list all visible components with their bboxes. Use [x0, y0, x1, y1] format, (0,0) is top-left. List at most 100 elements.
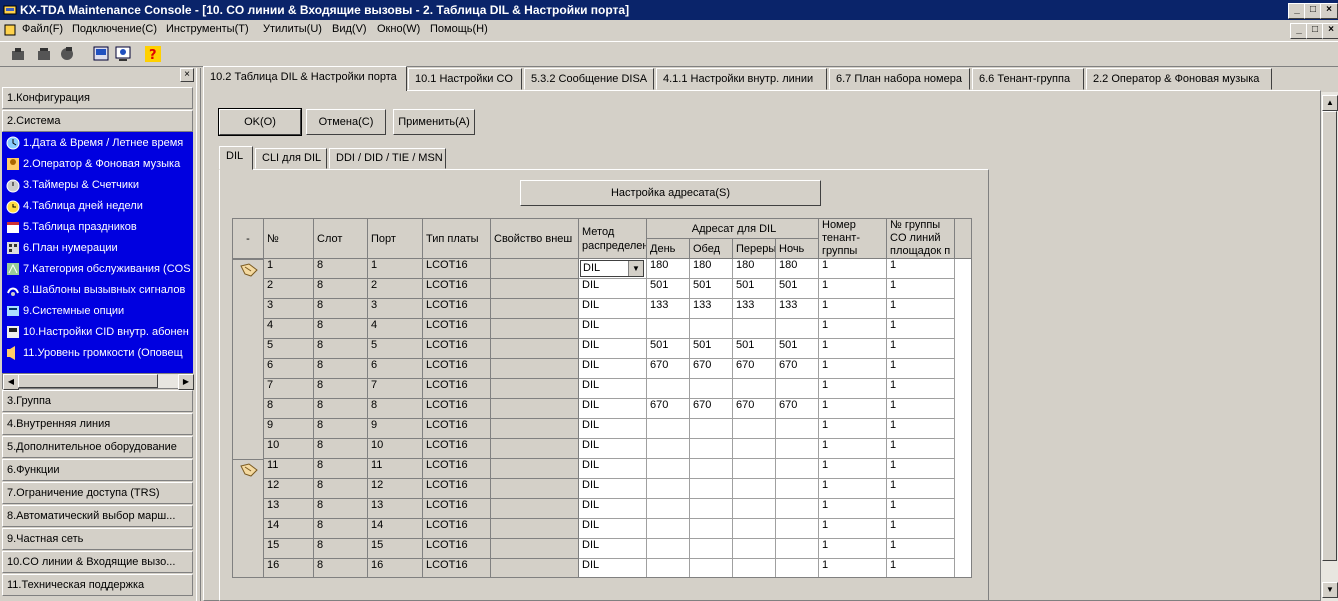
nav-category-maintenance[interactable]: 11.Техническая поддержка — [2, 574, 193, 596]
cell-brk[interactable] — [733, 499, 776, 519]
cell-type[interactable]: LCOT16 — [423, 519, 491, 539]
cell-tenant[interactable]: 1 — [819, 479, 887, 499]
cell-slot[interactable]: 8 — [314, 379, 368, 399]
nav-category-extension[interactable]: 4.Внутренняя линия — [2, 413, 193, 435]
cell-night[interactable] — [776, 319, 819, 339]
cell-night[interactable]: 180 — [776, 259, 819, 279]
cell-night[interactable] — [776, 379, 819, 399]
cell-type[interactable]: LCOT16 — [423, 419, 491, 439]
cell-slot[interactable]: 8 — [314, 339, 368, 359]
cell-lunch[interactable] — [690, 559, 733, 577]
cell-type[interactable]: LCOT16 — [423, 559, 491, 577]
cell-tenant[interactable]: 1 — [819, 399, 887, 419]
cell-port[interactable]: 14 — [368, 519, 423, 539]
cell-lunch[interactable] — [690, 479, 733, 499]
cell-method[interactable]: DIL — [579, 539, 647, 559]
cell-prop[interactable] — [491, 539, 579, 559]
cell-type[interactable]: LCOT16 — [423, 499, 491, 519]
row-header[interactable] — [233, 459, 264, 479]
tab-extension-settings[interactable]: 4.1.1 Настройки внутр. линии — [656, 68, 827, 90]
row-header[interactable] — [233, 279, 264, 299]
cell-method[interactable]: DIL — [579, 419, 647, 439]
cell-lunch[interactable]: 501 — [690, 339, 733, 359]
cell-no[interactable]: 9 — [264, 419, 314, 439]
menu-file[interactable]: Файл(F) — [22, 23, 63, 35]
cell-slot[interactable]: 8 — [314, 419, 368, 439]
cell-type[interactable]: LCOT16 — [423, 539, 491, 559]
nav-category-group[interactable]: 3.Группа — [2, 390, 193, 412]
cell-lunch[interactable] — [690, 439, 733, 459]
cell-tenant[interactable]: 1 — [819, 299, 887, 319]
cell-slot[interactable]: 8 — [314, 459, 368, 479]
cell-tenant[interactable]: 1 — [819, 439, 887, 459]
header-port[interactable]: Порт — [368, 219, 423, 259]
row-header[interactable] — [233, 399, 264, 419]
cell-prop[interactable] — [491, 399, 579, 419]
cell-method[interactable]: DIL — [579, 339, 647, 359]
cell-type[interactable]: LCOT16 — [423, 399, 491, 419]
header-lunch[interactable]: Обед — [690, 239, 733, 259]
cell-method[interactable]: DIL — [579, 459, 647, 479]
row-header[interactable] — [233, 259, 264, 279]
cell-cogrp[interactable]: 1 — [887, 499, 955, 519]
cell-prop[interactable] — [491, 319, 579, 339]
cell-cogrp[interactable]: 1 — [887, 419, 955, 439]
cell-port[interactable]: 9 — [368, 419, 423, 439]
header-method[interactable]: Метод распределен — [579, 219, 647, 259]
cell-no[interactable]: 7 — [264, 379, 314, 399]
cell-brk[interactable] — [733, 419, 776, 439]
tab-operator-music[interactable]: 2.2 Оператор & Фоновая музыка — [1086, 68, 1272, 90]
cell-cogrp[interactable]: 1 — [887, 379, 955, 399]
cell-tenant[interactable]: 1 — [819, 419, 887, 439]
method-combobox[interactable]: DIL ▼ — [580, 260, 644, 277]
cell-prop[interactable] — [491, 419, 579, 439]
cell-slot[interactable]: 8 — [314, 259, 368, 279]
cell-tenant[interactable]: 1 — [819, 319, 887, 339]
header-property[interactable]: Свойство внеш — [491, 219, 579, 259]
cell-method[interactable]: DIL — [579, 559, 647, 577]
subtab-ddi-did[interactable]: DDI / DID / TIE / MSN — [329, 148, 446, 169]
cell-no[interactable]: 4 — [264, 319, 314, 339]
cell-method[interactable]: DIL — [579, 479, 647, 499]
tab-dial-plan[interactable]: 6.7 План набора номера — [829, 68, 970, 90]
cell-slot[interactable]: 8 — [314, 279, 368, 299]
cell-port[interactable]: 2 — [368, 279, 423, 299]
cell-port[interactable]: 10 — [368, 439, 423, 459]
cell-cogrp[interactable]: 1 — [887, 399, 955, 419]
system-item-holidays[interactable]: 5.Таблица праздников — [5, 217, 137, 237]
cell-method[interactable]: DIL — [579, 299, 647, 319]
cell-lunch[interactable] — [690, 539, 733, 559]
menu-view[interactable]: Вид(V) — [332, 23, 367, 35]
cell-port[interactable]: 8 — [368, 399, 423, 419]
header-co-group[interactable]: № группы CO линий площадок п — [887, 219, 955, 259]
cell-tenant[interactable]: 1 — [819, 379, 887, 399]
cell-day[interactable] — [647, 419, 690, 439]
cell-lunch[interactable]: 670 — [690, 399, 733, 419]
menu-utilities[interactable]: Утилиты(U) — [263, 23, 322, 35]
subtab-cli-dil[interactable]: CLI для DIL — [255, 148, 327, 169]
cell-method[interactable]: DIL — [579, 359, 647, 379]
cell-night[interactable] — [776, 519, 819, 539]
cell-prop[interactable] — [491, 359, 579, 379]
cell-day[interactable]: 180 — [647, 259, 690, 279]
cell-tenant[interactable]: 1 — [819, 559, 887, 577]
cell-no[interactable]: 12 — [264, 479, 314, 499]
system-item-week-table[interactable]: 4.Таблица дней недели — [5, 196, 143, 216]
system-item-system-options[interactable]: 9.Системные опции — [5, 301, 124, 321]
nav-category-configuration[interactable]: 1.Конфигурация — [2, 87, 193, 109]
system-item-ring-patterns[interactable]: 8.Шаблоны вызывных сигналов — [5, 280, 185, 300]
cell-slot[interactable]: 8 — [314, 319, 368, 339]
subtab-dil[interactable]: DIL — [219, 146, 253, 170]
cell-type[interactable]: LCOT16 — [423, 319, 491, 339]
row-header[interactable] — [233, 419, 264, 439]
cell-slot[interactable]: 8 — [314, 299, 368, 319]
row-header[interactable] — [233, 439, 264, 459]
cell-brk[interactable]: 670 — [733, 399, 776, 419]
cell-no[interactable]: 2 — [264, 279, 314, 299]
cell-port[interactable]: 12 — [368, 479, 423, 499]
menu-tools[interactable]: Инструменты(T) — [166, 23, 249, 35]
cell-prop[interactable] — [491, 279, 579, 299]
row-header[interactable] — [233, 339, 264, 359]
row-header[interactable] — [233, 479, 264, 499]
cell-cogrp[interactable]: 1 — [887, 559, 955, 577]
